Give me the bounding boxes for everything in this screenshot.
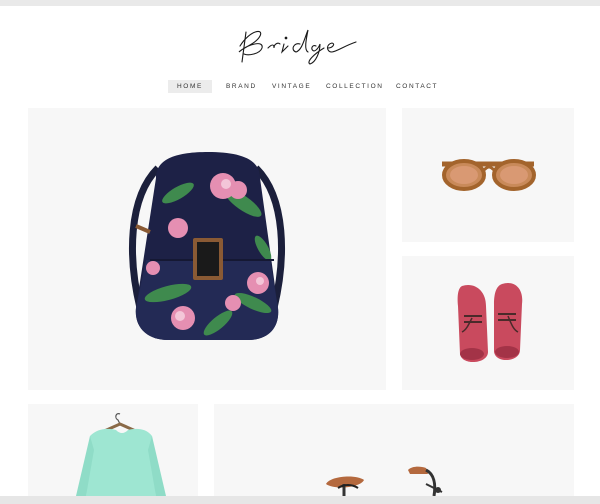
logo[interactable] bbox=[230, 18, 370, 68]
nav-item-collection[interactable]: COLLECTION bbox=[326, 80, 384, 93]
main-nav: HOME BRAND VINTAGE COLLECTION CONTACT bbox=[0, 80, 600, 94]
shoes-image bbox=[457, 282, 523, 363]
gallery-item-backpack[interactable] bbox=[28, 108, 386, 390]
top-bar bbox=[0, 0, 600, 6]
gallery-item-sunglasses[interactable] bbox=[402, 108, 574, 242]
gallery-item-bicycle[interactable] bbox=[214, 404, 574, 496]
sweater-image bbox=[76, 413, 166, 496]
gallery-item-shoes[interactable] bbox=[402, 256, 574, 390]
sunglasses-image bbox=[442, 159, 536, 191]
nav-item-contact[interactable]: CONTACT bbox=[396, 80, 438, 93]
nav-item-home[interactable]: HOME bbox=[168, 80, 212, 93]
bicycle-image bbox=[326, 466, 443, 496]
nav-item-brand[interactable]: BRAND bbox=[226, 80, 257, 93]
logo-script-icon bbox=[238, 29, 357, 65]
bottom-bar bbox=[0, 496, 600, 504]
backpack-image bbox=[129, 152, 285, 340]
nav-item-vintage[interactable]: VINTAGE bbox=[272, 80, 311, 93]
gallery-item-sweater[interactable] bbox=[28, 404, 198, 496]
